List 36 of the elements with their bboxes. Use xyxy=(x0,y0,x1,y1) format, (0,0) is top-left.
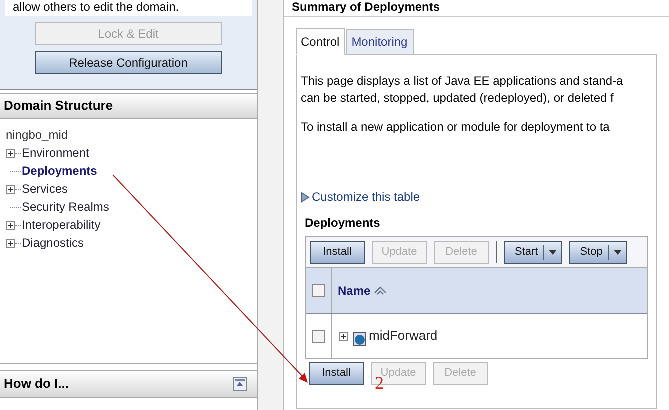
paragraph-line: can be started, stopped, updated (redeployed), or deleted f xyxy=(301,90,615,107)
page-title: Summary of Deployments xyxy=(292,0,442,14)
tab[interactable]: Monitoring xyxy=(346,29,414,55)
tree-item[interactable]: Diagnostics xyxy=(22,234,84,252)
button[interactable]: Release Configuration xyxy=(35,51,222,74)
tree-item[interactable]: Environment xyxy=(22,144,90,162)
paragraph-line: This page displays a list of Java EE applications and stand-a xyxy=(301,73,624,90)
tree-root[interactable]: ningbo_mid xyxy=(6,126,251,144)
toolbar-button[interactable]: Install xyxy=(310,240,365,264)
expand-icon[interactable] xyxy=(6,238,15,248)
tree-item[interactable]: Deployments xyxy=(22,162,98,180)
application-name[interactable]: midForward xyxy=(369,326,438,346)
tab[interactable]: Control xyxy=(296,28,345,55)
expand-icon[interactable] xyxy=(6,220,15,230)
tree-item[interactable]: Interoperability xyxy=(22,216,101,234)
toolbar-button[interactable]: Install xyxy=(309,362,364,385)
help-text: allow others to edit the domain. xyxy=(13,0,180,14)
toolbar-button[interactable]: Start xyxy=(504,240,562,264)
application-icon xyxy=(353,331,367,347)
row-checkbox[interactable] xyxy=(312,330,325,342)
expand-icon[interactable] xyxy=(6,184,15,194)
panel-header: How do I... xyxy=(0,370,257,398)
sort-icon[interactable] xyxy=(374,286,387,295)
triangle-icon xyxy=(301,192,310,202)
select-all-checkbox[interactable] xyxy=(312,284,325,297)
paragraph-line: To install a new application or module for deployment to ta xyxy=(301,119,611,136)
toolbar-button[interactable]: Stop xyxy=(569,240,627,264)
maximize-icon[interactable] xyxy=(233,377,247,391)
table-title: Deployments xyxy=(305,215,382,232)
panel-header: Domain Structure xyxy=(0,93,257,119)
expand-icon[interactable] xyxy=(6,148,15,158)
tree-item[interactable]: Services xyxy=(22,180,68,198)
tree-item[interactable]: Security Realms xyxy=(22,198,110,216)
customize-link[interactable]: Customize this table xyxy=(312,188,420,206)
expand-icon[interactable] xyxy=(339,332,348,340)
column-header[interactable]: Name xyxy=(338,282,387,300)
